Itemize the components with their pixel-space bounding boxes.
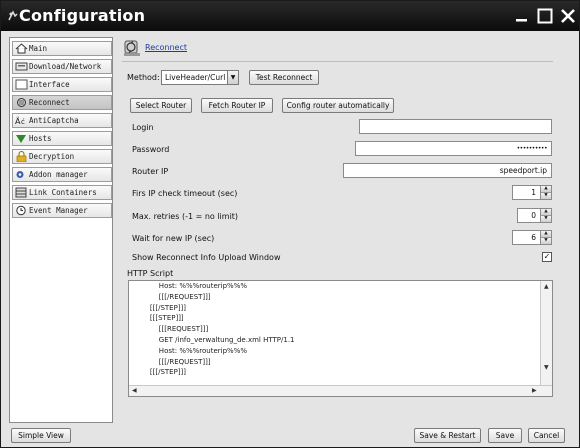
fetch-router-ip-button[interactable]: Fetch Router IP	[201, 98, 273, 113]
download-icon	[15, 62, 28, 71]
sidebar-item-decryption[interactable]: Decryption	[12, 149, 112, 164]
script-line: [[[REQUEST]]]	[141, 325, 209, 334]
cancel-button[interactable]: Cancel	[528, 428, 565, 443]
minimize-icon[interactable]	[513, 7, 531, 25]
sidebar-item-hosts[interactable]: Hosts	[12, 131, 112, 146]
window-title: Configuration	[19, 6, 146, 25]
header-divider	[122, 61, 553, 62]
sidebar-item-event-manager[interactable]: Event Manager	[12, 203, 112, 218]
spinner-buttons: ▲ ▼	[540, 231, 551, 244]
select-router-button[interactable]: Select Router	[130, 98, 192, 113]
sidebar-item-anticaptcha[interactable]: Äć AntiCaptcha	[12, 113, 112, 128]
script-line: [[[/REQUEST]]]	[141, 357, 211, 366]
horizontal-scrollbar[interactable]: ◀ ▶	[129, 385, 552, 396]
lock-icon	[16, 151, 27, 162]
login-label: Login	[132, 123, 154, 132]
sidebar-item-link-containers[interactable]: Link Containers	[12, 185, 112, 200]
wait-new-ip-label: Wait for new IP (sec)	[132, 234, 215, 243]
chevron-down-icon: ▼	[227, 71, 238, 84]
script-line: [[[/REQUEST]]]	[141, 292, 211, 301]
simple-view-button[interactable]: Simple View	[11, 428, 71, 443]
close-icon[interactable]	[559, 7, 577, 25]
reconnect-link[interactable]: Reconnect	[145, 43, 187, 52]
router-ip-label: Router IP	[132, 167, 169, 176]
password-field[interactable]: ••••••••••	[355, 141, 552, 156]
reconnect-header-icon	[124, 40, 140, 56]
first-ip-check-value: 1	[531, 188, 536, 197]
test-reconnect-button[interactable]: Test Reconnect	[249, 70, 319, 85]
addon-icon	[16, 171, 24, 178]
sidebar-item-download-network[interactable]: Download/Network	[12, 59, 112, 74]
spin-down-icon[interactable]: ▼	[541, 215, 551, 222]
method-select-value: LiveHeader/Curl	[165, 73, 226, 82]
http-script-editor[interactable]: Host: %%%routerip%%% [[[/REQUEST]]] [[[/…	[128, 280, 553, 397]
save-and-restart-button[interactable]: Save & Restart	[414, 428, 481, 443]
container-icon	[15, 187, 27, 198]
first-ip-check-label: Firs IP check timeout (sec)	[132, 189, 238, 198]
save-button[interactable]: Save	[488, 428, 522, 443]
login-field[interactable]	[359, 119, 552, 134]
home-icon	[15, 43, 28, 54]
password-label: Password	[132, 145, 170, 154]
max-retries-value: 0	[531, 211, 536, 220]
scroll-right-icon[interactable]: ▶	[532, 387, 537, 394]
scroll-left-icon[interactable]: ◀	[132, 387, 137, 394]
svg-text:ć: ć	[21, 118, 25, 126]
reconnect-icon	[17, 98, 26, 107]
wait-new-ip-value: 6	[531, 233, 536, 242]
spin-down-icon[interactable]: ▼	[541, 237, 551, 244]
max-retries-label: Max. retries (-1 = no limit)	[132, 212, 239, 221]
router-ip-field[interactable]: speedport.ip	[343, 163, 552, 178]
app-icon	[8, 10, 18, 21]
spinner-buttons: ▲ ▼	[540, 186, 551, 199]
show-reconnect-info-checkbox[interactable]: ✓	[542, 252, 552, 262]
script-line: [[[/STEP]]]	[141, 303, 187, 312]
scroll-down-icon[interactable]: ▼	[544, 364, 549, 371]
script-line: Host: %%%routerip%%%	[141, 282, 247, 290]
sidebar-item-main[interactable]: Main	[12, 41, 112, 56]
sidebar-item-reconnect[interactable]: Reconnect	[12, 95, 112, 110]
config-router-automatically-button[interactable]: Config router automatically	[282, 98, 394, 113]
http-script-label: HTTP Script	[127, 269, 174, 278]
method-select[interactable]: LiveHeader/Curl ▼	[161, 70, 239, 85]
method-label: Method:	[127, 73, 160, 82]
script-content: Host: %%%routerip%%% [[[/REQUEST]]] [[[/…	[141, 281, 538, 378]
title-bar[interactable]: Configuration	[1, 1, 579, 31]
max-retries-spinner[interactable]: 0 ▲ ▼	[517, 208, 552, 223]
vertical-scrollbar[interactable]: ▲ ▼	[540, 281, 552, 385]
maximize-icon[interactable]	[536, 7, 554, 25]
script-line: [[[/STEP]]]	[141, 368, 187, 377]
spin-down-icon[interactable]: ▼	[541, 192, 551, 199]
sidebar-item-interface[interactable]: Interface	[12, 77, 112, 92]
hosts-triangle-icon	[16, 135, 26, 143]
wait-new-ip-spinner[interactable]: 6 ▲ ▼	[512, 230, 552, 245]
scroll-up-icon[interactable]: ▲	[544, 283, 549, 290]
spinner-buttons: ▲ ▼	[540, 209, 551, 222]
script-line: [[[STEP]]]	[141, 314, 184, 323]
sidebar-item-addon-manager[interactable]: Addon manager	[12, 167, 112, 182]
script-line: Host: %%%routerip%%%	[141, 346, 247, 355]
settings-sidebar: Main Download/Network Interface Reconnec…	[9, 37, 113, 423]
captcha-icon: Äć	[15, 116, 25, 126]
window-icon	[15, 79, 28, 90]
script-line: GET /info_verwaltung_de.xml HTTP/1.1	[141, 335, 295, 344]
configuration-window: Configuration Main Download/Network Inte…	[0, 0, 580, 448]
first-ip-check-spinner[interactable]: 1 ▲ ▼	[512, 185, 552, 200]
show-reconnect-info-label: Show Reconnect Info Upload Window	[132, 253, 281, 262]
clock-icon	[16, 205, 26, 216]
